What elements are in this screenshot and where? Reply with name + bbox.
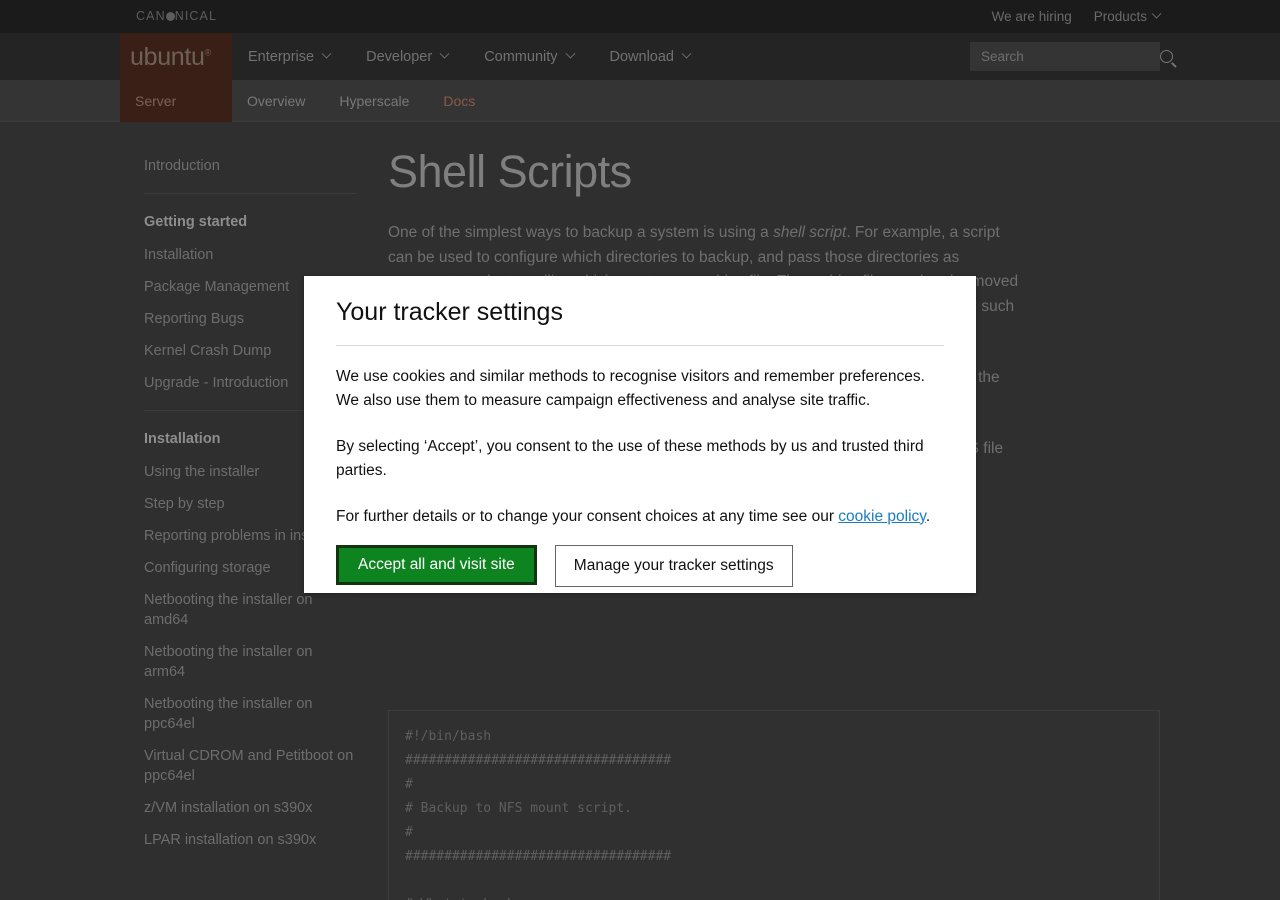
modal-details-part-a: For further details or to change your co… [336,507,839,525]
canonical-strip-links: We are hiring Products [992,0,1162,33]
modal-paragraph-details: For further details or to change your co… [336,505,944,529]
link-we-are-hiring[interactable]: We are hiring [992,9,1072,24]
nav-item-developer[interactable]: Developer [366,48,450,65]
intro-paragraph-part-a: One of the simplest ways to backup a sys… [388,224,774,242]
sidebar-item-netbooting-ppc64el[interactable]: Netbooting the installer on ppc64el [144,694,356,734]
we-are-hiring-label: We are hiring [991,9,1072,24]
sidebar-item-virtual-cdrom-petitboot[interactable]: Virtual CDROM and Petitboot on ppc64el [144,746,356,786]
ubuntu-wordmark-text: ubuntu [130,43,205,71]
canonical-top-strip: CAN NICAL We are hiring Products [0,0,1280,33]
modal-details-part-b: . [925,507,931,525]
nav-item-enterprise[interactable]: Enterprise [248,48,332,65]
modal-divider [336,344,944,346]
search-icon[interactable] [1160,50,1173,63]
sidebar-heading-getting-started: Getting started [144,214,248,230]
nav-item-developer-label: Developer [366,48,433,65]
nav-item-community[interactable]: Community [484,48,575,65]
accept-all-button[interactable]: Accept all and visit site [336,544,537,585]
cookie-policy-link[interactable]: cookie policy [838,508,926,525]
canonical-circle-icon [165,12,175,21]
modal-button-row: Accept all and visit site Manage your tr… [336,544,944,587]
ubuntu-registered-icon: ® [204,47,212,58]
canonical-logo-text-1: CAN [136,9,166,23]
manage-tracker-settings-button[interactable]: Manage your tracker settings [554,544,793,587]
subnav-item-overview[interactable]: Overview [247,93,305,109]
nav-item-community-label: Community [484,48,558,65]
search-box[interactable] [970,42,1173,71]
subnav-item-hyperscale[interactable]: Hyperscale [339,93,409,109]
modal-paragraph-consent: By selecting ‘Accept’, you consent to th… [336,437,924,479]
sidebar-item-introduction[interactable]: Introduction [144,156,356,176]
product-subnav: Server Overview Hyperscale Docs [0,80,1280,122]
subnav-product-server[interactable]: Server [120,80,232,122]
chevron-down-icon [321,48,332,59]
sidebar-item-netbooting-arm64[interactable]: Netbooting the installer on arm64 [144,642,356,682]
nav-item-download[interactable]: Download [609,48,692,65]
nav-item-download-label: Download [609,48,675,65]
ubuntu-wordmark[interactable]: ubuntu® [130,43,211,72]
modal-paragraph-cookies: We use cookies and similar methods to re… [336,367,925,409]
page-title: Shell Scripts [388,146,632,197]
search-input[interactable] [979,48,1160,65]
nav-item-enterprise-label: Enterprise [248,48,315,65]
tracker-settings-modal: Your tracker settings We use cookies and… [304,276,976,593]
page-root: CAN NICAL We are hiring Products ubuntu® … [0,0,1280,900]
chevron-down-icon [565,48,575,59]
sidebar-item-installation[interactable]: Installation [144,245,356,265]
intro-paragraph-emphasis: shell script [773,224,847,242]
code-block: #!/bin/bash ############################… [388,710,1160,900]
sidebar-item-zvm-installation-s390x[interactable]: z/VM installation on s390x [144,798,356,818]
subnav-item-docs[interactable]: Docs [443,93,475,109]
chevron-down-icon [1151,8,1162,19]
products-label: Products [1093,9,1147,24]
modal-title: Your tracker settings [336,298,563,326]
canonical-logo-text-2: NICAL [174,9,218,23]
sidebar-item-lpar-installation-s390x[interactable]: LPAR installation on s390x [144,830,356,850]
chevron-down-icon [681,48,692,59]
sidebar-item-netbooting-amd64[interactable]: Netbooting the installer on amd64 [144,590,356,630]
code-block-content: #!/bin/bash ############################… [405,729,672,900]
main-nav-items: Enterprise Developer Community Download [248,33,692,80]
main-navigation: ubuntu® Enterprise Developer Community D… [0,33,1280,80]
sidebar-divider [144,193,356,194]
canonical-logo[interactable]: CAN NICAL [136,9,217,23]
subnav-product-label: Server [135,93,177,109]
subnav-items: Overview Hyperscale Docs [247,80,475,122]
chevron-down-icon [439,48,450,59]
link-products[interactable]: Products [1093,8,1162,24]
